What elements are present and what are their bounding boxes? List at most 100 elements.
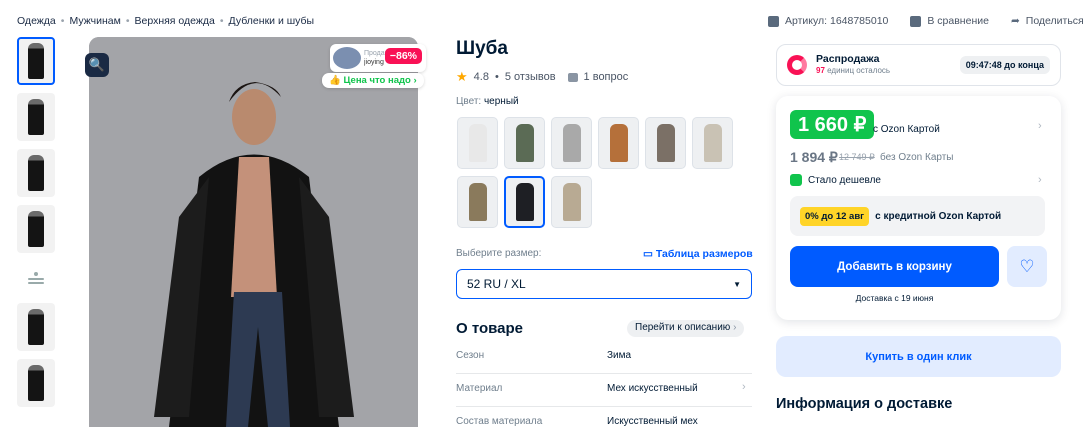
swatch-image <box>703 124 722 162</box>
sale-title: Распродажа <box>816 53 880 65</box>
attr-name: Сезон <box>456 350 485 361</box>
delivery-date: Доставка с 19 июня <box>855 293 934 303</box>
sale-timer: 09:47:48 до конца <box>959 56 1050 74</box>
attr-value: Мех искусственный <box>607 383 698 394</box>
color-label: Цвет: черный <box>456 96 519 107</box>
color-swatch[interactable] <box>551 117 592 169</box>
color-swatch[interactable] <box>645 117 686 169</box>
star-icon: ★ <box>456 69 468 84</box>
image-search-icon[interactable]: 🔍 <box>85 53 109 77</box>
breadcrumb-separator: • <box>219 15 224 27</box>
price-drop-row[interactable]: Стало дешевле <box>790 174 881 186</box>
old-price: 12 749 ₽ <box>839 152 875 162</box>
swatch-image <box>515 124 534 162</box>
chevron-right-icon[interactable]: › <box>1038 174 1042 186</box>
credit-text: с кредитной Ozon Картой <box>875 210 1002 222</box>
chevron-right-icon: › <box>413 75 417 86</box>
share-button[interactable]: Поделиться <box>1026 15 1084 27</box>
color-swatch[interactable] <box>457 176 498 228</box>
favorite-heart-icon[interactable]: ♡ <box>1007 246 1047 287</box>
about-title: О товаре <box>456 320 524 337</box>
divider <box>456 373 752 374</box>
size-label: Выберите размер: <box>456 248 542 259</box>
price-tag-badge[interactable]: 👍 Цена что надо › <box>322 73 424 88</box>
swatch-image <box>468 124 487 162</box>
seller-badge[interactable]: Продавец jioying −86% <box>330 44 426 72</box>
chat-icon <box>567 72 578 82</box>
attr-name: Состав материала <box>456 416 543 427</box>
chevron-right-icon: › <box>733 322 737 333</box>
article-icon <box>768 15 779 27</box>
breadcrumb-item[interactable]: Одежда <box>17 15 56 27</box>
model-in-fur-coat-image <box>89 37 418 427</box>
main-product-image[interactable] <box>89 37 418 427</box>
breadcrumb-item[interactable]: Мужчинам <box>69 15 120 27</box>
credit-tag: 0% до 12 авг <box>800 206 870 226</box>
color-value: черный <box>483 96 519 107</box>
swatch-image <box>609 124 628 162</box>
thumbnail-list <box>17 37 59 415</box>
reviews-link[interactable]: 5 отзывов <box>505 71 556 83</box>
buy-one-click-button[interactable]: Купить в один клик <box>776 336 1061 377</box>
arrow-down-icon <box>790 174 802 186</box>
delivery-info-title: Информация о доставке <box>776 396 953 412</box>
breadcrumb-separator: • <box>125 15 130 27</box>
rating-row: ★ 4.8 • 5 отзывов 1 вопрос <box>456 69 629 84</box>
add-to-cart-button[interactable]: Добавить в корзину <box>790 246 999 287</box>
thumbnail[interactable] <box>17 93 55 141</box>
discount-badge: −86% <box>384 48 422 64</box>
credit-offer[interactable]: 0% до 12 авг с кредитной Ozon Картой <box>790 196 1045 236</box>
swatch-image <box>656 124 675 162</box>
product-title: Шуба <box>456 38 508 59</box>
rating-value: 4.8 <box>473 71 489 83</box>
thumbnail[interactable] <box>17 303 55 351</box>
regular-price: 1 894 ₽ <box>790 149 838 165</box>
share-icon: ➦ <box>1010 15 1020 27</box>
color-swatch[interactable] <box>598 117 639 169</box>
size-select[interactable]: 52 RU / XL ▼ <box>456 269 752 299</box>
swatch-image <box>562 124 581 162</box>
breadcrumb-item[interactable]: Дубленки и шубы <box>229 15 315 27</box>
card-price: 1 660 ₽ <box>790 110 875 139</box>
caret-down-icon: ▼ <box>733 279 741 289</box>
swatch-image <box>515 183 534 221</box>
ruler-icon: ▭ <box>643 248 653 260</box>
color-swatch[interactable] <box>457 117 498 169</box>
thumbnail[interactable] <box>17 149 55 197</box>
top-actions: Артикул: 1648785010 В сравнение ➦ Подели… <box>768 15 1084 27</box>
sale-count: 97 <box>816 66 825 75</box>
attr-name: Материал <box>456 383 503 394</box>
seller-name: jioying <box>364 59 384 66</box>
price-tag-label: Цена что надо <box>343 75 411 86</box>
sale-count-suffix: единиц осталось <box>827 66 891 75</box>
size-table-link[interactable]: ▭ Таблица размеров <box>643 248 753 260</box>
divider <box>456 406 752 407</box>
thumbnail[interactable] <box>17 205 55 253</box>
breadcrumb-separator: • <box>60 15 65 27</box>
swatch-image <box>562 183 581 221</box>
thumbnail[interactable] <box>17 359 55 407</box>
thumbs-up-icon: 👍 <box>329 75 341 86</box>
sale-banner[interactable]: Распродажа 97 единиц осталось 09:47:48 д… <box>776 44 1061 86</box>
card-price-label: c Ozon Картой <box>873 124 940 135</box>
compare-icon <box>910 15 922 27</box>
price-card: 1 660 ₽ c Ozon Картой › 1 894 ₽ 12 749 ₽… <box>776 96 1061 320</box>
thumbnail[interactable] <box>17 37 55 85</box>
sale-logo-icon <box>787 55 807 75</box>
chevron-right-icon[interactable]: › <box>742 381 746 393</box>
questions-link[interactable]: 1 вопрос <box>584 71 629 83</box>
compare-button[interactable]: В сравнение <box>927 15 989 27</box>
color-swatch[interactable] <box>551 176 592 228</box>
article-number[interactable]: Артикул: 1648785010 <box>785 15 888 27</box>
breadcrumb: Одежда • Мужчинам • Верхняя одежда • Дуб… <box>17 15 314 27</box>
size-selected-value: 52 RU / XL <box>467 277 526 291</box>
seller-avatar <box>333 47 361 69</box>
go-to-description-button[interactable]: Перейти к описанию › <box>627 320 745 337</box>
chevron-right-icon[interactable]: › <box>1038 120 1042 132</box>
color-swatch[interactable] <box>504 176 545 228</box>
breadcrumb-item[interactable]: Верхняя одежда <box>135 15 215 27</box>
thumbnail-video[interactable] <box>17 261 55 295</box>
color-swatch[interactable] <box>504 117 545 169</box>
color-swatch[interactable] <box>692 117 733 169</box>
swatch-image <box>468 183 487 221</box>
